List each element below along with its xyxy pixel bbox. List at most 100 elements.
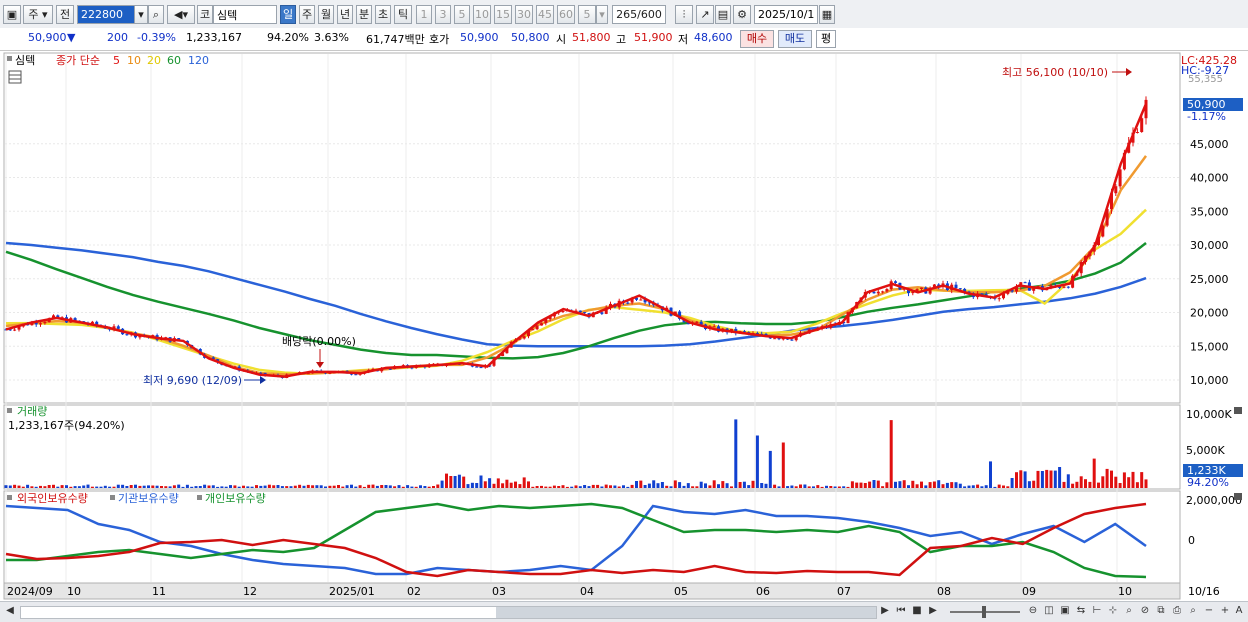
period-minute-button[interactable]: 분 — [356, 5, 372, 24]
volume-bar — [855, 482, 859, 488]
count-value[interactable]: 5 — [578, 5, 596, 24]
volume-bar — [764, 483, 768, 488]
volume-bar — [21, 486, 25, 488]
volume-bar — [509, 482, 513, 488]
stock-name-input[interactable] — [213, 5, 277, 24]
horizontal-scrollbar-thumb[interactable] — [496, 607, 876, 618]
candle-body — [1062, 286, 1066, 288]
crosshair-icon[interactable]: ⊹ — [1106, 604, 1120, 618]
volume-bar — [617, 486, 621, 488]
period-type-dropdown[interactable]: 주 ▾ — [23, 5, 53, 24]
dividend-label: 배당락(0.00%) — [282, 335, 356, 348]
code-dropdown-icon[interactable]: ▾ — [134, 5, 148, 24]
volume-bar — [989, 461, 992, 488]
chart-area[interactable]: 심텍 종가 단순 5 10 20 60 120 최고 56,100 (10/10… — [0, 51, 1248, 611]
candle-body — [531, 329, 535, 331]
compare-icon[interactable]: ⇆ — [1074, 604, 1088, 618]
font-icon[interactable]: A — [1232, 604, 1246, 618]
candle-body — [1135, 132, 1139, 133]
volume-bar — [561, 485, 565, 488]
x-axis-label: 11 — [152, 585, 166, 598]
minute-3-button[interactable]: 3 — [435, 5, 451, 24]
volume-bar — [609, 485, 612, 488]
x-axis-last-date: 10/16 — [1188, 585, 1220, 598]
draw-tool-icon[interactable]: ↗ — [696, 5, 714, 24]
window-icon[interactable]: ▣ — [3, 5, 21, 24]
volume-bar — [730, 486, 733, 488]
volume-bar — [8, 485, 12, 488]
period-tick-button[interactable]: 틱 — [394, 5, 412, 24]
minute-5-button[interactable]: 5 — [454, 5, 470, 24]
volume-bar — [1062, 481, 1066, 488]
ruler-icon[interactable]: ⊢ — [1090, 604, 1104, 618]
holdings-pane-close-icon[interactable] — [1234, 493, 1242, 500]
minus-icon[interactable]: − — [1202, 604, 1216, 618]
period-day-button[interactable]: 일 — [280, 5, 296, 24]
horizontal-scrollbar-track[interactable] — [20, 606, 877, 619]
print-icon[interactable]: ⎙ — [1170, 604, 1184, 618]
zoom-out-icon[interactable]: ⊖ — [1026, 604, 1040, 618]
gear-icon[interactable]: ⚙ — [733, 5, 751, 24]
search-chart-icon[interactable]: ⌕ — [1186, 604, 1200, 618]
candle-icon[interactable]: ⫶ — [675, 5, 693, 24]
volume-bar — [384, 485, 388, 488]
volume-bar — [397, 485, 401, 488]
copy-icon[interactable]: ⧉ — [1154, 604, 1168, 618]
volume-bar — [432, 486, 435, 488]
table-icon[interactable] — [8, 70, 22, 84]
volume-bar — [596, 484, 600, 488]
hc-sub-label: 55,355 — [1188, 74, 1223, 85]
minute-10-button[interactable]: 10 — [473, 5, 491, 24]
current-pct-text: -1.17% — [1187, 110, 1226, 123]
period-second-button[interactable]: 초 — [375, 5, 391, 24]
foreign-holding-legend: 외국인보유수량 — [17, 492, 88, 505]
volume-bar — [375, 485, 379, 488]
buy-button[interactable]: 매수 — [740, 30, 774, 48]
zoom-reset-icon[interactable]: ◫ — [1042, 604, 1056, 618]
stock-code-input[interactable] — [77, 5, 137, 24]
minute-30-button[interactable]: 30 — [515, 5, 533, 24]
volume-bar — [876, 480, 880, 488]
period-week-button[interactable]: 주 — [299, 5, 315, 24]
minute-1-button[interactable]: 1 — [416, 5, 432, 24]
speaker-icon[interactable]: ◀▾ — [167, 5, 195, 24]
scroll-right-icon[interactable]: ▶ — [878, 604, 892, 618]
candle-body — [116, 326, 120, 329]
save-icon[interactable]: ▤ — [715, 5, 731, 24]
date-input[interactable] — [754, 5, 818, 24]
period-year-button[interactable]: 년 — [337, 5, 353, 24]
minute-15-button[interactable]: 15 — [494, 5, 512, 24]
prev-button[interactable]: 전 — [56, 5, 74, 24]
layout-icon[interactable]: ▣ — [1058, 604, 1072, 618]
candle-body — [958, 288, 962, 290]
eval-button[interactable]: 평 — [816, 30, 836, 48]
ma10-legend: 10 — [127, 54, 141, 67]
volume-pane-close-icon[interactable] — [1234, 407, 1242, 414]
volume-bar — [263, 485, 267, 488]
link-icon[interactable]: ⊘ — [1138, 604, 1152, 618]
zoom-slider-handle[interactable] — [982, 606, 986, 618]
volume-bar — [691, 486, 695, 488]
volume-bar — [535, 486, 539, 488]
candle-body — [872, 291, 876, 294]
volume-bar — [967, 485, 971, 488]
minute-60-button[interactable]: 60 — [557, 5, 575, 24]
volume-bar — [90, 486, 94, 488]
search-icon[interactable]: ⌕ — [148, 5, 164, 24]
play-icon[interactable]: ▶ — [926, 604, 940, 618]
volume-bar — [622, 485, 625, 488]
minute-45-button[interactable]: 45 — [536, 5, 554, 24]
plus-icon[interactable]: + — [1218, 604, 1232, 618]
scroll-left-icon[interactable]: ◀ — [3, 604, 17, 618]
bars-count[interactable]: 265/600 — [612, 5, 666, 24]
calendar-icon[interactable]: ▦ — [819, 5, 835, 24]
stop-icon[interactable]: ■ — [910, 604, 924, 618]
x-axis-label: 06 — [756, 585, 770, 598]
magnifier-icon[interactable]: ⌕ — [1122, 604, 1136, 618]
count-dropdown-icon[interactable]: ▾ — [596, 5, 608, 24]
rewind-icon[interactable]: ⏮ — [894, 604, 908, 618]
volume-bar — [708, 485, 712, 488]
sell-button[interactable]: 매도 — [778, 30, 812, 48]
period-month-button[interactable]: 월 — [318, 5, 334, 24]
volume-bar — [591, 484, 595, 488]
